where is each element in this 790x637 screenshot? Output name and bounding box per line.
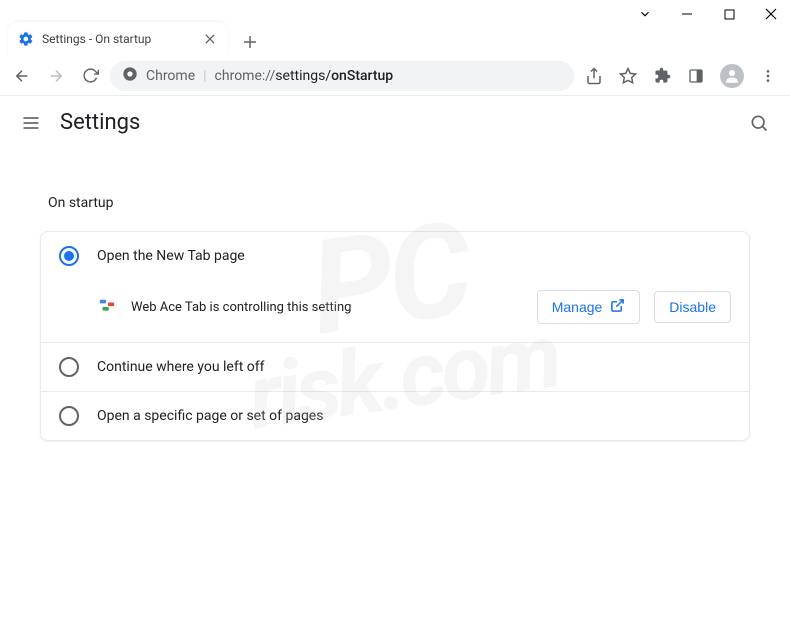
url-end: onStartup — [331, 68, 393, 84]
address-bar[interactable]: Chrome | chrome://settings/onStartup — [110, 61, 574, 91]
radio-unchecked-icon[interactable] — [59, 357, 79, 377]
share-icon[interactable] — [584, 66, 604, 86]
close-tab-button[interactable] — [202, 31, 218, 47]
disable-label: Disable — [669, 299, 716, 315]
option-label: Open the New Tab page — [97, 248, 245, 264]
option-label: Open a specific page or set of pages — [97, 408, 323, 424]
window-controls — [0, 0, 790, 14]
page-title: Settings — [60, 110, 730, 135]
option-new-tab[interactable]: Open the New Tab page — [41, 232, 749, 280]
extension-name: Web Ace Tab — [131, 300, 206, 315]
chrome-icon — [122, 66, 138, 86]
manage-button[interactable]: Manage — [537, 290, 641, 324]
gear-icon — [18, 31, 34, 47]
bookmark-star-icon[interactable] — [618, 66, 638, 86]
new-tab-button[interactable] — [236, 28, 264, 56]
url-scheme: Chrome — [146, 68, 195, 84]
forward-button[interactable] — [42, 62, 70, 90]
startup-options-card: Open the New Tab page Web Ace Tab is con… — [40, 231, 750, 441]
settings-header: Settings — [0, 96, 790, 149]
option-continue[interactable]: Continue where you left off — [41, 343, 749, 391]
extensions-icon[interactable] — [652, 66, 672, 86]
url-mid: settings/ — [275, 68, 331, 84]
option-specific[interactable]: Open a specific page or set of pages — [41, 392, 749, 440]
profile-avatar[interactable] — [720, 64, 744, 88]
url-prefix: chrome:// — [215, 68, 276, 84]
url-divider: | — [203, 68, 206, 84]
external-link-icon — [610, 298, 625, 316]
settings-page: Settings On startup Open the New Tab pag… — [0, 96, 790, 471]
extension-app-icon — [97, 297, 117, 317]
back-button[interactable] — [8, 62, 36, 90]
extension-suffix: is controlling this setting — [206, 300, 351, 315]
browser-toolbar: Chrome | chrome://settings/onStartup — [0, 56, 790, 96]
search-icon[interactable] — [748, 112, 770, 134]
radio-unchecked-icon[interactable] — [59, 406, 79, 426]
section-title: On startup — [48, 195, 742, 211]
reload-button[interactable] — [76, 62, 104, 90]
tab-title: Settings - On startup — [42, 32, 194, 46]
browser-tab[interactable]: Settings - On startup — [8, 22, 228, 56]
extension-message: Web Ace Tab is controlling this setting — [131, 300, 523, 315]
close-window-button[interactable] — [764, 7, 778, 21]
tab-strip: Settings - On startup — [0, 14, 790, 56]
manage-label: Manage — [552, 299, 603, 315]
radio-checked-icon[interactable] — [59, 246, 79, 266]
maximize-button[interactable] — [722, 7, 736, 21]
option-label: Continue where you left off — [97, 359, 265, 375]
dropdown-icon[interactable] — [638, 7, 652, 21]
kebab-menu-icon[interactable] — [758, 66, 778, 86]
extension-notice: Web Ace Tab is controlling this setting … — [41, 280, 749, 342]
sidepanel-icon[interactable] — [686, 66, 706, 86]
minimize-button[interactable] — [680, 7, 694, 21]
disable-button[interactable]: Disable — [654, 291, 731, 323]
menu-icon[interactable] — [20, 112, 42, 134]
